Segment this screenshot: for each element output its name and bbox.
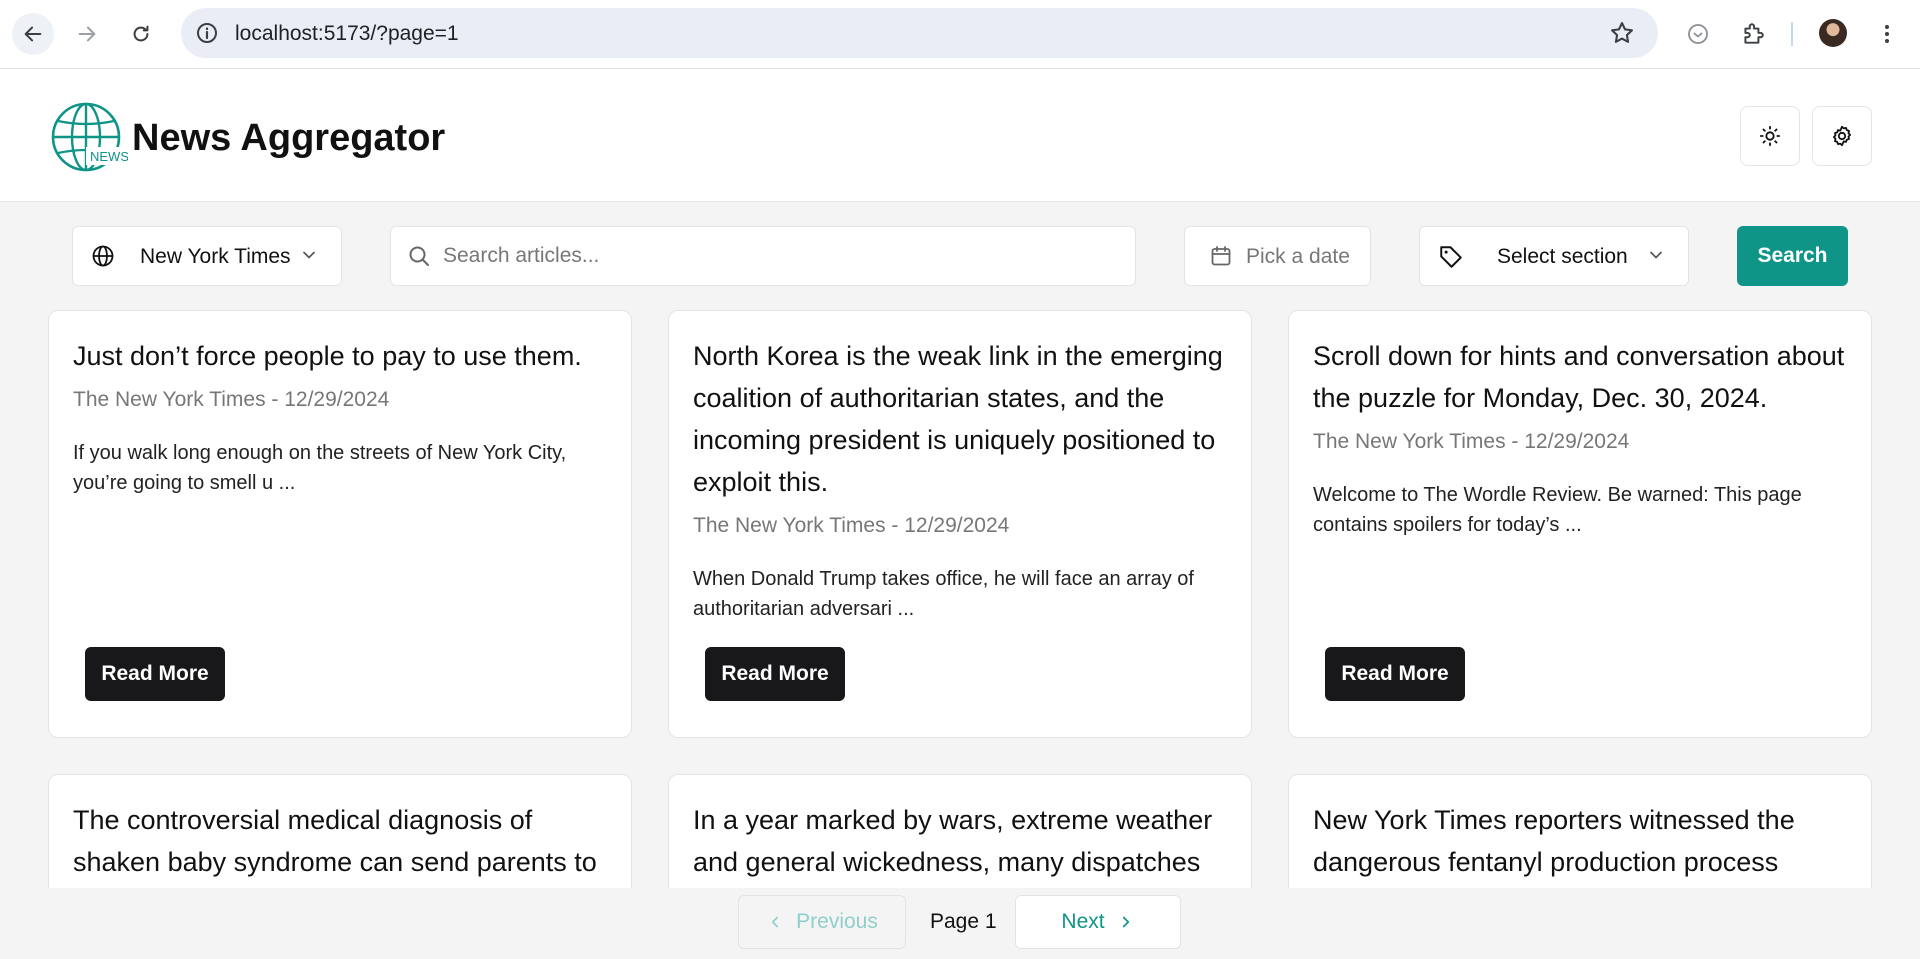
- source-select-value: New York Times: [140, 245, 291, 268]
- url-text[interactable]: localhost:5173/?page=1: [235, 22, 459, 46]
- arrow-right-icon: [78, 26, 96, 42]
- search-field[interactable]: [390, 226, 1136, 286]
- section-placeholder: Select section: [1497, 245, 1628, 268]
- calendar-icon: [1209, 244, 1233, 268]
- search-icon: [407, 244, 431, 268]
- more-menu-icon[interactable]: [1870, 17, 1904, 51]
- tag-icon: [1438, 244, 1464, 270]
- puzzle-extensions-icon[interactable]: [1736, 17, 1770, 51]
- reload-icon: [133, 25, 149, 42]
- source-select[interactable]: New York Times: [72, 226, 342, 286]
- browser-toolbar: localhost:5173/?page=1: [0, 0, 1920, 69]
- address-bar[interactable]: localhost:5173/?page=1: [181, 8, 1658, 58]
- article-title: North Korea is the weak link in the emer…: [693, 341, 1223, 497]
- read-more-button[interactable]: Read More: [85, 647, 225, 701]
- next-page-button[interactable]: Next: [1015, 895, 1181, 949]
- gear-icon: [1833, 125, 1851, 147]
- article-card: Scroll down for hints and conversation a…: [1288, 310, 1872, 738]
- article-meta: The New York Times - 12/29/2024: [1313, 430, 1630, 453]
- previous-page-button[interactable]: Previous: [738, 895, 906, 949]
- article-meta: The New York Times - 12/29/2024: [73, 388, 390, 411]
- theme-toggle-button[interactable]: [1740, 106, 1800, 166]
- arrow-left-icon: [24, 26, 42, 42]
- page-indicator: Page 1: [930, 910, 997, 933]
- globe-logo-icon: NEWS: [51, 102, 128, 172]
- article-description: If you walk long enough on the streets o…: [73, 442, 567, 494]
- app-title: News Aggregator: [132, 117, 446, 159]
- forward-button[interactable]: [66, 13, 108, 55]
- toolbar-divider: [1791, 22, 1793, 46]
- article-title: Just don’t force people to pay to use th…: [73, 341, 582, 371]
- chevron-left-icon: [772, 916, 779, 928]
- info-icon[interactable]: [195, 21, 219, 45]
- chevron-down-icon: [299, 245, 319, 265]
- article-card: Just don’t force people to pay to use th…: [48, 310, 632, 738]
- logo-text: NEWS: [90, 149, 128, 164]
- app-header: NEWS News Aggregator: [0, 69, 1920, 202]
- previous-label: Previous: [796, 910, 878, 933]
- globe-icon: [91, 244, 115, 268]
- bookmark-star-icon[interactable]: [1608, 19, 1636, 47]
- article-title: In a year marked by wars, extreme weathe…: [693, 805, 1213, 877]
- date-placeholder: Pick a date: [1246, 245, 1350, 268]
- search-button[interactable]: Search: [1737, 226, 1848, 286]
- article-description: When Donald Trump takes office, he will …: [693, 568, 1194, 620]
- extension-status-icon[interactable]: [1681, 17, 1715, 51]
- article-card: North Korea is the weak link in the emer…: [668, 310, 1252, 738]
- article-title: Scroll down for hints and conversation a…: [1313, 341, 1845, 413]
- section-select[interactable]: Select section: [1419, 226, 1689, 286]
- chevron-down-icon: [1646, 245, 1666, 265]
- read-more-button[interactable]: Read More: [705, 647, 845, 701]
- chevron-right-icon: [1122, 916, 1129, 928]
- sun-icon: [1759, 125, 1781, 147]
- reload-button[interactable]: [120, 13, 162, 55]
- date-picker-button[interactable]: Pick a date: [1184, 226, 1371, 286]
- next-label: Next: [1061, 910, 1105, 933]
- search-input[interactable]: [443, 227, 1123, 285]
- profile-avatar[interactable]: [1819, 19, 1847, 47]
- read-more-button[interactable]: Read More: [1325, 647, 1465, 701]
- article-meta: The New York Times - 12/29/2024: [693, 514, 1010, 537]
- settings-button[interactable]: [1812, 106, 1872, 166]
- article-description: Welcome to The Wordle Review. Be warned:…: [1313, 484, 1802, 536]
- back-button[interactable]: [12, 13, 54, 55]
